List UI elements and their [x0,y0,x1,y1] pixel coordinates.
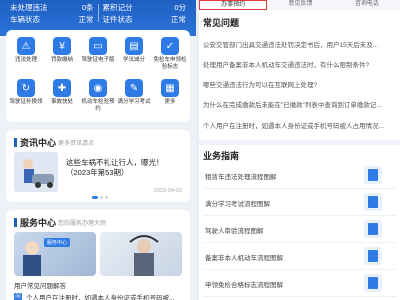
service-label: 免检车申领检验标志 [153,57,187,70]
stat-value[interactable]: 0条 [82,2,94,13]
faq-answer-text: 个人用户在注册时，如遇本人身份证或手机号码被... [26,295,175,300]
faq-item[interactable]: 为什么在完成缴款后未能在“已缴款”列表中查询到订单缴款记... [203,99,396,109]
news-thumbnail[interactable] [14,152,58,192]
more-icon: ▦ [161,79,179,97]
faq-heading[interactable]: 用户常见问题解答 [14,280,66,290]
banner-image: 服务中心 [14,232,96,276]
service-fine[interactable]: ¥ 罚款缴纳 [44,34,80,76]
service-accident[interactable]: ✚ 事故快处 [44,76,80,118]
tab-hotline[interactable]: 咨询电话 [334,0,400,10]
service-study[interactable]: ▤ 学法减分 [116,34,152,76]
service-label: 罚款缴纳 [50,57,73,63]
service-label: 机动车检验预约 [81,99,115,112]
guide-item[interactable]: 备案非本人机动车流程图解 [203,243,396,270]
document-icon [364,274,382,292]
app-screen: 未处理违法 0条 车辆状态 正常 累积记分 0分 证件状态 正常 ⚠ 违法处理 ¥ 罚款缴纳… [0,0,400,300]
home-panel: 未处理违法 0条 车辆状态 正常 累积记分 0分 证件状态 正常 ⚠ 违法处理 ¥ 罚款缴纳… [0,0,196,300]
carousel-dots [92,196,108,199]
service-grid: ⚠ 违法处理 ¥ 罚款缴纳 ▭ 驾驶证电子版 ▤ 学法减分 ✓ 免检车申领检验标志 ↻ 驾驶… [6,30,190,122]
car-check-icon: ✓ [161,37,179,55]
question-icon: 问 [14,293,22,300]
banner-image [100,232,182,276]
service-center-card: 服务中心 您的服务办理大师 服务中心 用户常见问题解答 问个人用户在注册时，如遇… [6,210,190,300]
section-divider [199,140,400,145]
tab-bar: 办事预约 意见反馈 咨询电话 [199,0,400,10]
accident-icon: ✚ [53,79,71,97]
stat-label: 累积记分 [102,2,133,12]
inspection-icon: ◉ [89,79,107,97]
service-label: 事故快处 [50,99,73,105]
document-icon [364,166,382,184]
service-center-subtitle[interactable]: 您的服务办理大师 [58,218,106,227]
document-icon [364,193,382,211]
guide-label: 申领免检合格标志流程图解 [205,282,283,289]
service-car-check[interactable]: ✓ 免检车申领检验标志 [152,34,188,76]
faq-section-title: 常见问题 [203,18,240,28]
service-panel: 办事预约 意见反馈 咨询电话 常见问题 公安交管部门出具交通违法处罚决定书后，用… [199,0,400,300]
stat-value[interactable]: 正常 [79,14,94,25]
service-violation[interactable]: ⚠ 违法处理 [8,34,44,76]
service-license-renew[interactable]: ↻ 驾驶证补换领 [8,76,44,118]
service-grid-card: ⚠ 违法处理 ¥ 罚款缴纳 ▭ 驾驶证电子版 ▤ 学法减分 ✓ 免检车申领检验标志 ↻ 驾驶… [6,30,190,122]
guide-label: 租赁车违法处理流程图解 [205,174,277,181]
service-label: 满分学习考试 [117,99,151,105]
license-icon: ▭ [89,37,107,55]
guide-label: 满分学习考试流程图解 [205,201,270,208]
guide-item[interactable]: 驾驶人审验流程图解 [203,216,396,243]
service-inspection[interactable]: ◉ 机动车检验预约 [80,76,116,118]
guide-item[interactable]: 申领免检合格标志流程图解 [203,270,396,297]
guide-label: 备案非本人机动车流程图解 [205,255,283,262]
faq-item[interactable]: 个人用户在注册时，如遇本人身份证或手机号码被人占用情况... [203,120,396,130]
service-banner[interactable]: 服务中心 [14,232,182,276]
service-label: 更多 [164,99,176,105]
banner-tag: 服务中心 [44,238,71,247]
violation-icon: ⚠ [17,37,35,55]
faq-answer[interactable]: 问个人用户在注册时，如遇本人身份证或手机号码被... [14,292,174,300]
guide-label: 驾驶人审验流程图解 [205,228,264,235]
fine-icon: ¥ [53,37,71,55]
service-center-title: 服务中心 [14,216,56,229]
guide-item[interactable]: 租赁车违法处理流程图解 [203,162,396,189]
faq-item[interactable]: 处理用户备案非本人机动车交通违法时，有什么限制条件? [203,59,396,69]
stat-value[interactable]: 正常 [171,14,186,25]
service-label: 驾驶证补换领 [9,99,43,105]
document-icon [364,247,382,265]
stat-label: 未处理违法 [10,2,48,12]
news-title: 资讯中心 [14,136,56,149]
tab-appointment[interactable]: 办事预约 [199,0,268,10]
stat-label: 车辆状态 [10,14,40,24]
news-date: 2023-04-03 [153,188,182,194]
document-icon [364,220,382,238]
guide-item[interactable]: 满分学习考试流程图解 [203,189,396,216]
service-exam[interactable]: ✎ 满分学习考试 [116,76,152,118]
status-summary: 未处理违法 0条 车辆状态 正常 累积记分 0分 证件状态 正常 [6,0,190,26]
faq-item[interactable]: 公安交管部门出具交通违法处罚决定书后，用户15天后未及... [203,39,396,49]
service-label: 学法减分 [122,57,145,63]
guide-section-title: 业务指南 [203,151,240,161]
stat-value[interactable]: 0分 [174,2,186,13]
license-renew-icon: ↻ [17,79,35,97]
news-card: 资讯中心 更多资讯请点 这些车祸不礼让行人，曝光！（2023年第53期） 202… [6,130,190,202]
service-label: 驾驶证电子版 [81,57,115,63]
stat-label: 证件状态 [102,14,133,24]
service-e-license[interactable]: ▭ 驾驶证电子版 [80,34,116,76]
faq-item[interactable]: 哪些交通违法行为可以在互联网上处理? [203,79,396,89]
tab-feedback[interactable]: 意见反馈 [267,0,333,10]
news-more-link[interactable]: 更多资讯请点 [58,138,94,147]
news-headline[interactable]: 这些车祸不礼让行人，曝光！（2023年第53期） [66,158,186,178]
service-label: 违法处理 [14,57,37,63]
study-icon: ▤ [125,37,143,55]
exam-icon: ✎ [125,79,143,97]
service-more[interactable]: ▦ 更多 [152,76,188,118]
